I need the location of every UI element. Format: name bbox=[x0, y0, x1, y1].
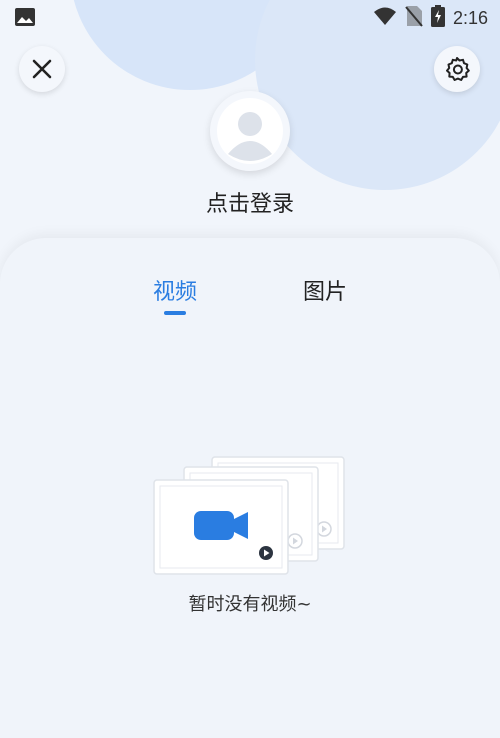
tab-active-indicator bbox=[164, 311, 186, 315]
empty-state-message: 暂时没有视频~ bbox=[188, 594, 312, 615]
login-link[interactable]: 点击登录 bbox=[0, 186, 500, 218]
gear-icon bbox=[446, 57, 470, 81]
user-avatar-icon bbox=[217, 98, 283, 164]
tab-image[interactable]: 图片 bbox=[303, 274, 347, 306]
status-time: 2:16 bbox=[452, 7, 488, 28]
no-sim-icon bbox=[405, 5, 423, 31]
wifi-icon bbox=[373, 6, 397, 30]
empty-state-illustration bbox=[150, 455, 350, 580]
close-icon bbox=[32, 59, 52, 79]
battery-charging-icon bbox=[430, 5, 445, 31]
image-icon bbox=[14, 7, 36, 31]
close-button[interactable] bbox=[19, 46, 65, 92]
settings-button[interactable] bbox=[434, 46, 480, 92]
tab-video[interactable]: 视频 bbox=[153, 274, 197, 306]
avatar[interactable] bbox=[210, 91, 290, 171]
status-bar: 2:16 bbox=[0, 0, 500, 34]
